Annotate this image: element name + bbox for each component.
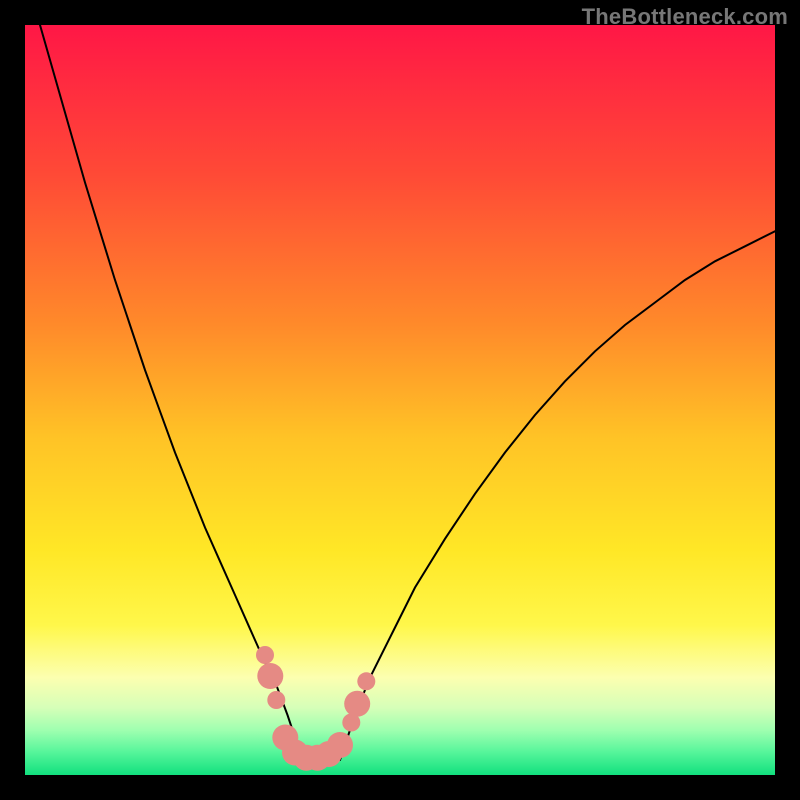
marker-dot	[344, 691, 370, 717]
marker-dot	[357, 672, 375, 690]
marker-dot	[257, 663, 283, 689]
marker-dot	[256, 646, 274, 664]
marker-dot	[267, 691, 285, 709]
marker-dot	[327, 732, 353, 758]
chart-background	[25, 25, 775, 775]
chart-svg	[25, 25, 775, 775]
plot-area	[25, 25, 775, 775]
chart-frame: TheBottleneck.com	[0, 0, 800, 800]
